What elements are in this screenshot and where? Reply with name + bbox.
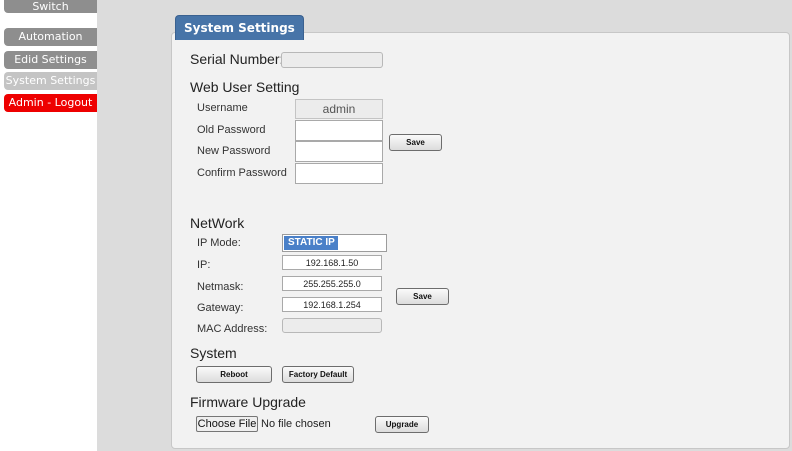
factory-default-button[interactable]: Factory Default	[282, 366, 354, 383]
mac-address-field	[282, 318, 382, 333]
netmask-label: Netmask:	[197, 281, 244, 293]
network-save-button[interactable]: Save	[396, 288, 449, 305]
panel-title-tab: System Settings	[175, 15, 304, 40]
username-field: admin	[295, 99, 383, 119]
no-file-chosen-text: No file chosen	[261, 418, 331, 430]
sidebar: Switch Automation Edid Settings System S…	[0, 0, 97, 451]
web-user-setting-heading: Web User Setting	[190, 79, 300, 95]
new-password-field[interactable]	[295, 141, 383, 162]
netmask-field[interactable]	[282, 276, 382, 291]
sidebar-item-switch[interactable]: Switch	[4, 0, 97, 13]
sidebar-item-edid-settings[interactable]: Edid Settings	[4, 51, 97, 69]
choose-file-button[interactable]: Choose File	[196, 416, 258, 432]
web-user-save-button[interactable]: Save	[389, 134, 442, 151]
confirm-password-field[interactable]	[295, 163, 383, 184]
serial-number-label: Serial Number:	[190, 51, 284, 67]
sidebar-item-automation[interactable]: Automation	[4, 28, 97, 46]
ip-label: IP:	[197, 259, 211, 271]
network-heading: NetWork	[190, 215, 245, 231]
new-password-label: New Password	[197, 145, 271, 157]
sidebar-item-system-settings[interactable]: System Settings	[4, 72, 97, 90]
system-heading: System	[190, 345, 237, 361]
mac-address-label: MAC Address:	[197, 323, 268, 335]
ip-mode-label: IP Mode:	[197, 237, 241, 249]
old-password-field[interactable]	[295, 120, 383, 141]
confirm-password-label: Confirm Password	[197, 167, 287, 179]
upgrade-button[interactable]: Upgrade	[375, 416, 429, 433]
gateway-field[interactable]	[282, 297, 382, 312]
ip-mode-selected-option: STATIC IP	[284, 236, 338, 250]
gateway-label: Gateway:	[197, 302, 244, 314]
ip-mode-select[interactable]: STATIC IP	[282, 234, 387, 252]
username-label: Username	[197, 102, 248, 114]
old-password-label: Old Password	[197, 124, 266, 136]
firmware-upgrade-heading: Firmware Upgrade	[190, 394, 306, 410]
ip-field[interactable]	[282, 255, 382, 270]
sidebar-item-admin-logout[interactable]: Admin - Logout	[4, 94, 97, 112]
reboot-button[interactable]: Reboot	[196, 366, 272, 383]
serial-number-field	[281, 52, 383, 68]
